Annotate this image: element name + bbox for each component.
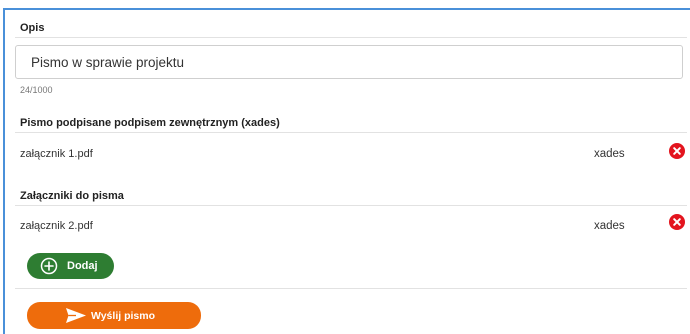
remove-attachment-button[interactable] — [669, 214, 685, 230]
send-button-label: Wyślij pismo — [91, 310, 155, 322]
send-letter-button[interactable]: Wyślij pismo — [27, 302, 201, 329]
remove-signed-file-button[interactable] — [669, 143, 685, 159]
description-char-counter: 24/1000 — [20, 85, 53, 95]
close-circle-icon — [673, 218, 681, 226]
add-button-label: Dodaj — [67, 260, 98, 272]
description-divider — [15, 37, 687, 38]
description-input[interactable] — [15, 45, 683, 79]
paper-plane-icon — [66, 308, 86, 323]
description-label: Opis — [20, 22, 45, 34]
attachments-divider — [15, 205, 687, 206]
attachment-file-type: xades — [594, 220, 625, 232]
actions-divider — [15, 288, 687, 289]
signed-file-type: xades — [594, 148, 625, 160]
add-attachment-button[interactable]: Dodaj — [27, 253, 114, 279]
signed-letter-label: Pismo podpisane podpisem zewnętrznym (xa… — [20, 117, 280, 129]
attachment-file-name: załącznik 2.pdf — [20, 220, 93, 232]
attachments-label: Załączniki do pisma — [20, 190, 124, 202]
signed-file-name: załącznik 1.pdf — [20, 148, 93, 160]
plus-circle-icon — [40, 257, 58, 275]
signed-letter-divider — [15, 132, 687, 133]
close-circle-icon — [673, 147, 681, 155]
